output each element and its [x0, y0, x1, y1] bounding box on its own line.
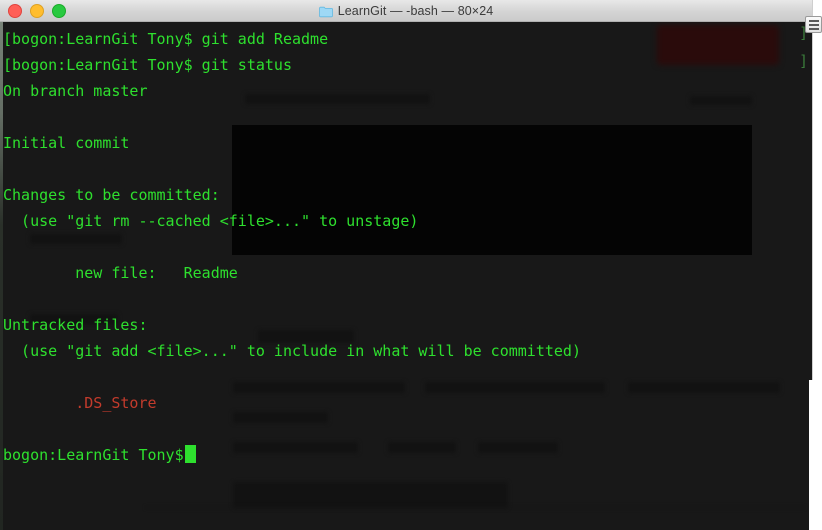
terminal-line: (use "git add <file>..." to include in w… [0, 338, 812, 364]
list-line-1 [808, 19, 819, 22]
terminal-line: bogon:LearnGit Tony$ [0, 442, 812, 468]
terminal-text: Untracked files: [3, 316, 148, 334]
close-button[interactable] [8, 4, 22, 18]
list-line-2 [808, 23, 819, 26]
terminal-text: (use "git add <file>..." to include in w… [3, 342, 581, 360]
terminal-text-error: .DS_Store [3, 394, 157, 412]
title-bar[interactable]: LearnGit — -bash — 80×24 [0, 0, 812, 22]
terminal-text: new file: Readme [3, 264, 238, 282]
window-title: LearnGit — -bash — 80×24 [0, 4, 812, 18]
terminal-line: new file: Readme [0, 260, 812, 286]
prompt-bracket: [ [3, 30, 13, 48]
terminal-line: Changes to be committed: [0, 182, 812, 208]
terminal-text: (use "git rm --cached <file>..." to unst… [3, 212, 419, 230]
edge-bracket-2: ] [799, 52, 809, 70]
terminal-line: [bogon:LearnGit Tony$ git add Readme [0, 26, 812, 52]
terminal-line: Initial commit [0, 130, 812, 156]
terminal-line: .DS_Store [0, 390, 812, 416]
screenshot-root: LearnGit — -bash — 80×24 [bogon:LearnGit… [0, 0, 822, 530]
terminal-line: Untracked files: [0, 312, 812, 338]
terminal-line: (use "git rm --cached <file>..." to unst… [0, 208, 812, 234]
terminal-window[interactable]: LearnGit — -bash — 80×24 [bogon:LearnGit… [0, 0, 812, 530]
terminal-line: [bogon:LearnGit Tony$ git status [0, 52, 812, 78]
terminal-text: bogon:LearnGit Tony$ [3, 446, 184, 464]
zoom-button[interactable] [52, 4, 66, 18]
minimize-button[interactable] [30, 4, 44, 18]
list-line-3 [808, 27, 819, 30]
terminal-text: bogon:LearnGit Tony$ git add Readme [12, 30, 329, 48]
vertical-scrollbar[interactable] [809, 380, 822, 530]
terminal-body[interactable]: [bogon:LearnGit Tony$ git add Readme [bog… [0, 22, 812, 530]
terminal-text: On branch master [3, 82, 148, 100]
list-view-button[interactable] [805, 16, 822, 33]
terminal-screen[interactable]: [bogon:LearnGit Tony$ git add Readme [bog… [0, 22, 812, 530]
terminal-line: On branch master [0, 78, 812, 104]
prompt-bracket: [ [3, 56, 13, 74]
window-controls[interactable] [8, 0, 66, 22]
terminal-text: Initial commit [3, 134, 130, 152]
folder-icon [318, 6, 333, 18]
terminal-cursor [184, 445, 196, 463]
window-title-text: LearnGit — -bash — 80×24 [337, 3, 494, 18]
terminal-text: bogon:LearnGit Tony$ git status [12, 56, 292, 74]
terminal-text: Changes to be committed: [3, 186, 220, 204]
